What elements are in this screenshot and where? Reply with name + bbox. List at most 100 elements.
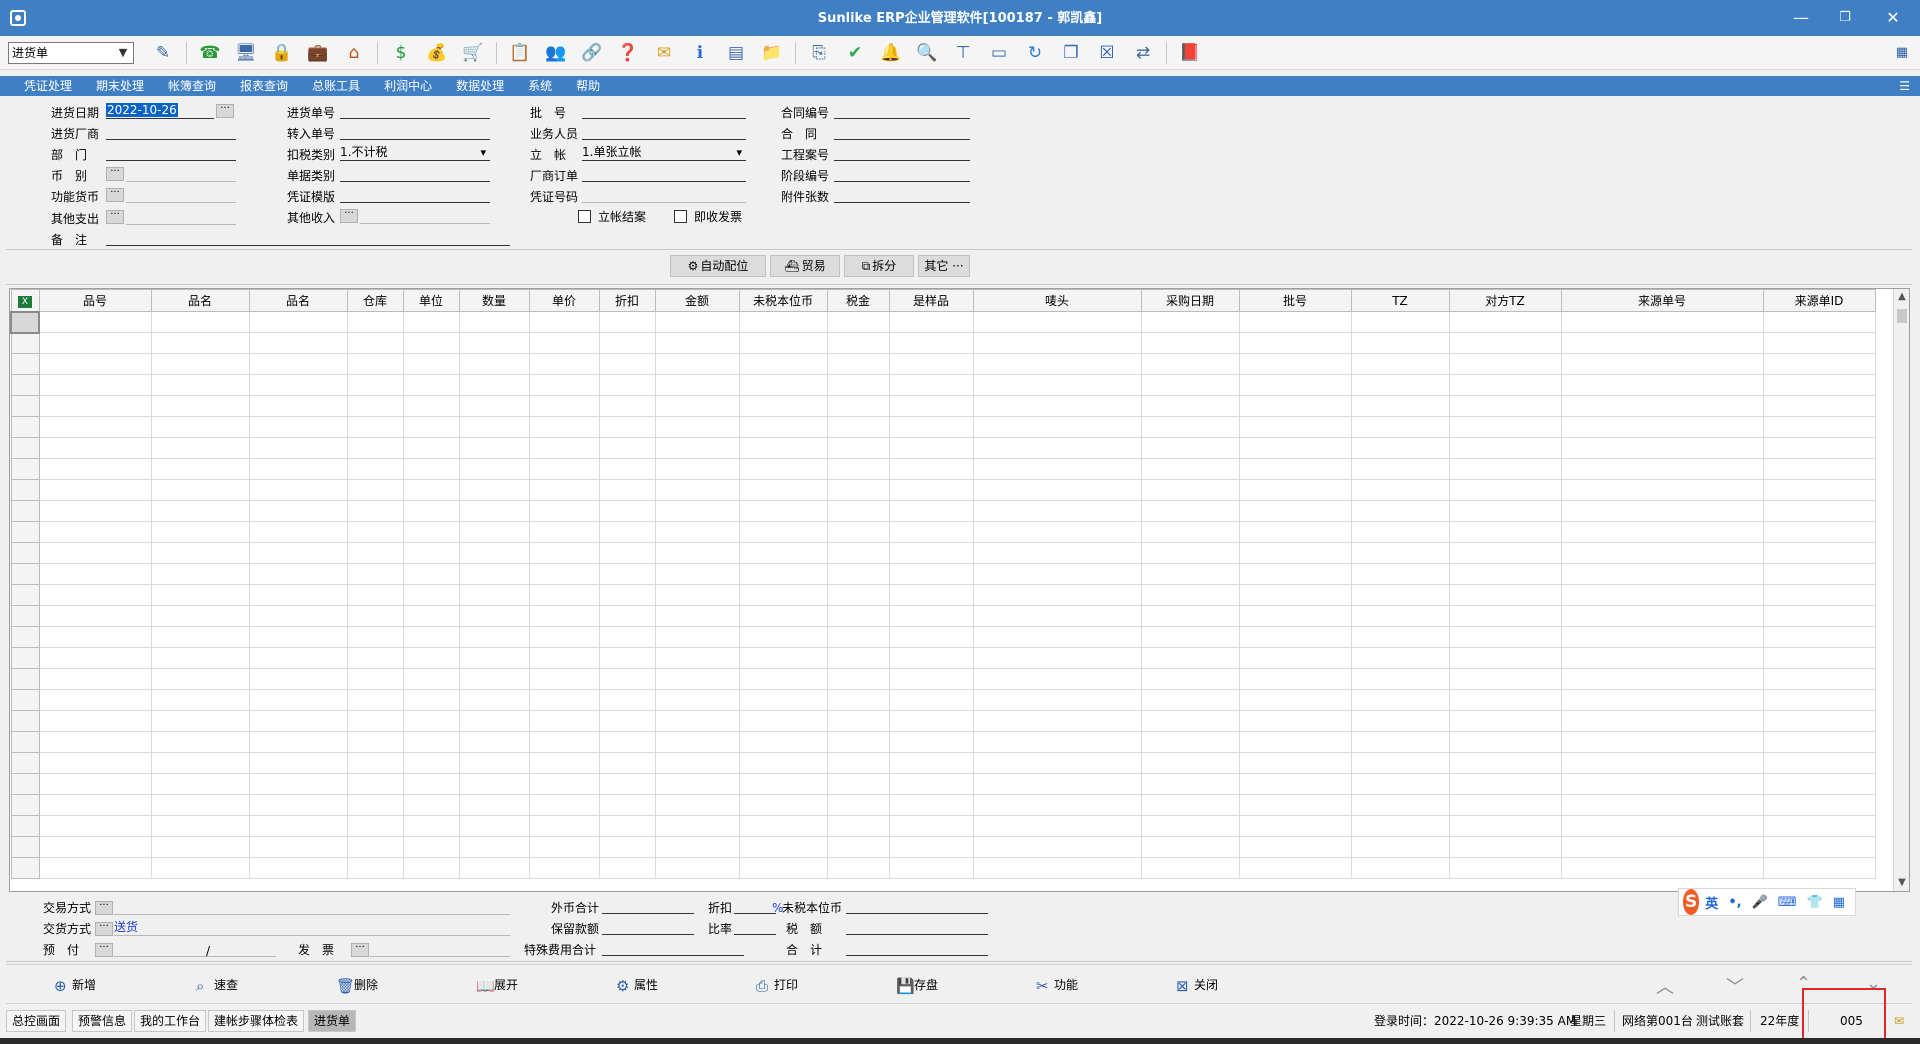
- grid-cell[interactable]: [1350, 731, 1450, 753]
- grid-cell[interactable]: [1350, 521, 1450, 543]
- grid-cell[interactable]: [654, 815, 740, 837]
- row-header[interactable]: [10, 773, 40, 795]
- transfer-no-field[interactable]: [340, 124, 490, 140]
- calculator-icon[interactable]: ▤: [723, 42, 749, 64]
- grid-cell[interactable]: [1762, 626, 1876, 648]
- grid-cell[interactable]: [1238, 857, 1352, 879]
- save-button[interactable]: 💾存盘: [896, 976, 938, 995]
- computer-icon[interactable]: 🖥: [233, 42, 259, 64]
- grid-cell[interactable]: [888, 374, 974, 396]
- grid-cell[interactable]: [1238, 500, 1352, 522]
- grid-cell[interactable]: [1448, 731, 1562, 753]
- grid-cell[interactable]: [1238, 374, 1352, 396]
- grid-cell[interactable]: [346, 479, 404, 501]
- column-header[interactable]: TZ: [1350, 289, 1450, 312]
- grid-cell[interactable]: [1762, 311, 1876, 333]
- grid-cell[interactable]: [38, 332, 152, 354]
- grid-cell[interactable]: [654, 563, 740, 585]
- row-header[interactable]: [10, 332, 40, 354]
- stage-no-field[interactable]: [834, 166, 970, 182]
- grid-cell[interactable]: [972, 479, 1142, 501]
- grid-cell[interactable]: [598, 479, 656, 501]
- grid-cell[interactable]: [346, 311, 404, 333]
- grid-cell[interactable]: [528, 794, 600, 816]
- grid-cell[interactable]: [1560, 626, 1764, 648]
- prepay-picker-button[interactable]: ···: [95, 943, 113, 957]
- grid-cell[interactable]: [1448, 626, 1562, 648]
- column-header[interactable]: 批号: [1238, 289, 1352, 312]
- grid-cell[interactable]: [1448, 794, 1562, 816]
- grid-cell[interactable]: [150, 521, 250, 543]
- grid-cell[interactable]: [1238, 458, 1352, 480]
- grid-cell[interactable]: [1140, 857, 1240, 879]
- grid-cell[interactable]: [1350, 311, 1450, 333]
- grid-cell[interactable]: [150, 710, 250, 732]
- grid-cell[interactable]: [654, 500, 740, 522]
- grid-cell[interactable]: [528, 521, 600, 543]
- windows-icon[interactable]: ❐: [1058, 42, 1084, 64]
- grid-cell[interactable]: [458, 374, 530, 396]
- grid-cell[interactable]: [972, 689, 1142, 711]
- grid-cell[interactable]: [598, 311, 656, 333]
- grid-cell[interactable]: [1238, 563, 1352, 585]
- order-no-field[interactable]: [340, 103, 490, 119]
- grid-cell[interactable]: [402, 563, 460, 585]
- bell-icon[interactable]: 🔔: [878, 42, 904, 64]
- grid-cell[interactable]: [248, 794, 348, 816]
- grid-cell[interactable]: [1238, 794, 1352, 816]
- grid-cell[interactable]: [1140, 563, 1240, 585]
- grid-cell[interactable]: [972, 521, 1142, 543]
- grid-cell[interactable]: [528, 815, 600, 837]
- grid-cell[interactable]: [888, 689, 974, 711]
- other-income-picker-button[interactable]: ···: [340, 209, 358, 223]
- grid-cell[interactable]: [654, 437, 740, 459]
- grid-cell[interactable]: [598, 353, 656, 375]
- grid-cell[interactable]: [1140, 605, 1240, 627]
- grid-cell[interactable]: [1560, 458, 1764, 480]
- grid-cell[interactable]: [1448, 500, 1562, 522]
- grid-cell[interactable]: [598, 584, 656, 606]
- grid-cell[interactable]: [654, 542, 740, 564]
- grid-cell[interactable]: [1238, 773, 1352, 795]
- grid-cell[interactable]: [1238, 668, 1352, 690]
- grid-cell[interactable]: [402, 542, 460, 564]
- grid-cell[interactable]: [1448, 374, 1562, 396]
- column-header[interactable]: 仓库: [346, 289, 404, 312]
- grid-cell[interactable]: [1350, 458, 1450, 480]
- grid-cell[interactable]: [458, 563, 530, 585]
- column-header[interactable]: 数量: [458, 289, 530, 312]
- grid-cell[interactable]: [1560, 689, 1764, 711]
- grid-cell[interactable]: [402, 668, 460, 690]
- grid-cell[interactable]: [826, 605, 890, 627]
- grid-cell[interactable]: [1762, 479, 1876, 501]
- batch-field[interactable]: [582, 103, 746, 119]
- grid-cell[interactable]: [1350, 374, 1450, 396]
- grid-cell[interactable]: [1560, 353, 1764, 375]
- grid-cell[interactable]: [1560, 311, 1764, 333]
- grid-cell[interactable]: [1762, 416, 1876, 438]
- grid-cell[interactable]: [1448, 395, 1562, 417]
- grid-cell[interactable]: [248, 458, 348, 480]
- grid-cell[interactable]: [1762, 647, 1876, 669]
- column-header[interactable]: 对方TZ: [1448, 289, 1562, 312]
- grid-cell[interactable]: [346, 710, 404, 732]
- grid-cell[interactable]: [346, 731, 404, 753]
- remark-field[interactable]: [106, 230, 510, 246]
- grid-cell[interactable]: [738, 479, 828, 501]
- row-header[interactable]: [10, 542, 40, 564]
- grid-cell[interactable]: [346, 668, 404, 690]
- grid-cell[interactable]: [38, 626, 152, 648]
- column-header[interactable]: 金额: [654, 289, 740, 312]
- home-icon[interactable]: ⌂: [341, 42, 367, 64]
- grid-cell[interactable]: [528, 311, 600, 333]
- grid-cell[interactable]: [1238, 542, 1352, 564]
- grid-cell[interactable]: [1448, 416, 1562, 438]
- grid-cell[interactable]: [654, 731, 740, 753]
- vendor-field[interactable]: [106, 124, 236, 140]
- grid-cell[interactable]: [738, 437, 828, 459]
- grid-cell[interactable]: [826, 689, 890, 711]
- grid-cell[interactable]: [888, 605, 974, 627]
- row-header[interactable]: [10, 689, 40, 711]
- grid-cell[interactable]: [248, 500, 348, 522]
- grid-cell[interactable]: [150, 332, 250, 354]
